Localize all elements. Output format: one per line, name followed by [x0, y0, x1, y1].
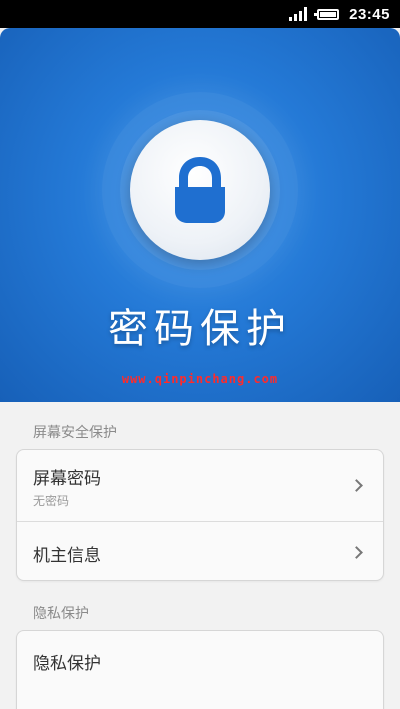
- owner-info-label: 机主信息: [33, 546, 101, 566]
- watermark-text: www.qinpinchang.com: [121, 372, 279, 386]
- password-protection-screen: 23:45 密码保护 www.qinpinchang.com 屏幕安全保护 屏幕…: [0, 0, 400, 709]
- signal-icon: [289, 7, 308, 21]
- status-time: 23:45: [349, 5, 390, 23]
- status-bar: 23:45: [0, 0, 400, 28]
- page-title: 密码保护: [108, 306, 292, 352]
- hero-banner: 密码保护 www.qinpinchang.com: [0, 28, 400, 402]
- section-header-screen-security: 屏幕安全保护: [33, 425, 117, 441]
- chevron-right-icon: [350, 546, 363, 559]
- battery-icon: [314, 8, 340, 20]
- lock-icon: [175, 157, 225, 223]
- owner-info-item[interactable]: 机主信息: [17, 521, 383, 581]
- screen-security-card: 屏幕密码 无密码 机主信息: [16, 449, 384, 581]
- section-header-privacy: 隐私保护: [33, 606, 89, 622]
- privacy-protection-item[interactable]: 隐私保护: [17, 631, 383, 693]
- screen-password-label: 屏幕密码: [33, 469, 101, 489]
- lock-badge: [130, 120, 270, 260]
- privacy-protection-label: 隐私保护: [33, 654, 101, 674]
- screen-password-item[interactable]: 屏幕密码 无密码: [17, 450, 383, 521]
- privacy-card: 隐私保护: [16, 630, 384, 709]
- chevron-right-icon: [350, 479, 363, 492]
- screen-password-status: 无密码: [33, 494, 70, 508]
